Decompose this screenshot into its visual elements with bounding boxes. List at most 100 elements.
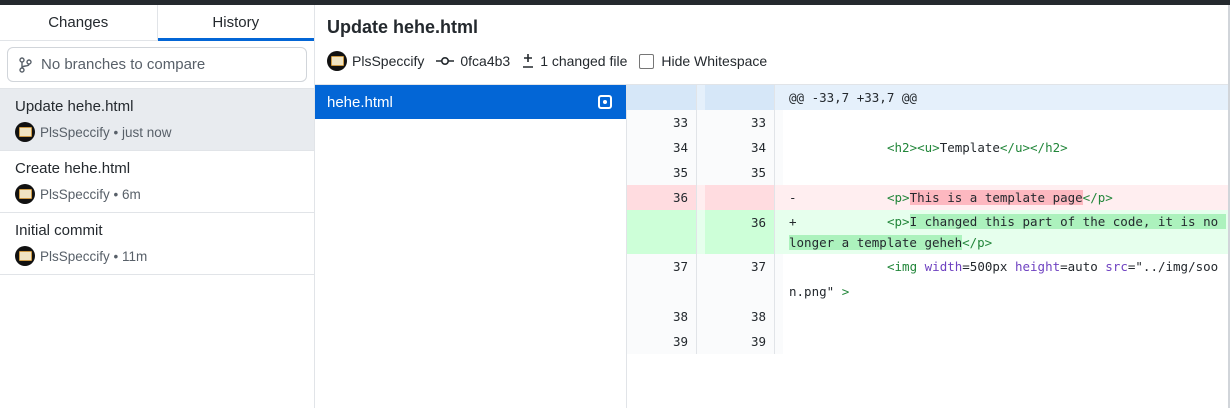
- changed-files: 1 changed file: [522, 53, 627, 69]
- diff-view: @@ -33,7 +33,7 @@ 33 33 34 34 <h2><u>Tem…: [627, 85, 1228, 408]
- new-line-number: 37: [705, 254, 775, 304]
- code-attr: height: [1014, 259, 1061, 274]
- tab-changes[interactable]: Changes: [0, 5, 158, 40]
- old-line-number: 37: [627, 254, 697, 304]
- changed-files-text: 1 changed file: [540, 53, 628, 69]
- avatar: [15, 184, 35, 204]
- commit-meta: PlsSpeccify • 11m: [15, 246, 147, 266]
- code-tag: <p>: [887, 214, 910, 229]
- sha-text: 0fca4b3: [460, 53, 511, 69]
- avatar: [15, 122, 35, 142]
- new-line-number: 35: [705, 160, 775, 185]
- diff-line: 34 34 <h2><u>Template</u></h2>: [627, 135, 1228, 160]
- code-tag: </h2>: [1030, 140, 1068, 155]
- commit-title: Create hehe.html: [15, 160, 131, 177]
- hide-whitespace-label: Hide Whitespace: [661, 53, 768, 69]
- commit-time: just now: [122, 124, 172, 140]
- old-line-number: 39: [627, 329, 697, 354]
- diff-line: 35 35: [627, 160, 1228, 185]
- hunk-text: @@ -33,7 +33,7 @@: [789, 90, 917, 105]
- new-line-number: 33: [705, 110, 775, 135]
- tab-history-label: History: [212, 14, 260, 31]
- new-line-number: 34: [705, 135, 775, 160]
- commit-author: PlsSpeccify: [40, 248, 110, 264]
- code-tag: <p>: [887, 190, 910, 205]
- code-tag: </p>: [962, 235, 993, 250]
- diff-line: 37 37 <img width=500px height=auto src="…: [627, 254, 1228, 304]
- branch-compare-input[interactable]: No branches to compare: [7, 47, 307, 82]
- code-value: =500px: [962, 259, 1008, 274]
- code-attr: width: [924, 259, 963, 274]
- diff-line: 38 38: [627, 304, 1228, 329]
- git-commit-icon: [436, 56, 455, 66]
- diff-line-added: 36 + <p>I changed this part of the code, …: [627, 210, 1228, 254]
- tab-changes-label: Changes: [48, 14, 109, 31]
- old-line-number: 36: [627, 185, 697, 210]
- code-line: <img width=500px height=auto src="../img…: [783, 254, 1228, 304]
- commit-header: Update hehe.html PlsSpeccify 0fca4b3 1 c…: [315, 5, 1228, 85]
- commit-summary-title: Update hehe.html: [327, 17, 479, 37]
- hide-whitespace-toggle[interactable]: Hide Whitespace: [639, 53, 767, 69]
- new-line-number: 38: [705, 304, 775, 329]
- code-line: + <p>I changed this part of the code, it …: [783, 210, 1228, 253]
- file-modified-icon: [598, 95, 612, 109]
- code-tag: </p>: [1082, 190, 1113, 205]
- old-line-number: 34: [627, 135, 697, 160]
- diff-icon: [523, 54, 534, 68]
- header-author: PlsSpeccify: [352, 53, 425, 69]
- commit-item[interactable]: Update hehe.html PlsSpeccify • just now: [0, 89, 314, 151]
- new-line-number: [705, 185, 775, 210]
- code-value: =auto: [1060, 259, 1098, 274]
- diff-hunk-header: @@ -33,7 +33,7 @@: [627, 85, 1228, 110]
- code-tag: >: [841, 284, 850, 299]
- code-text: Template: [939, 140, 1000, 155]
- branch-compare-placeholder: No branches to compare: [41, 56, 206, 73]
- sidebar-tabs: Changes History: [0, 5, 314, 41]
- code-tag: <img: [887, 259, 918, 274]
- file-item[interactable]: hehe.html: [315, 85, 626, 119]
- commit-time: 6m: [122, 186, 141, 202]
- commit-item[interactable]: Initial commit PlsSpeccify • 11m: [0, 213, 314, 275]
- commit-meta: PlsSpeccify • just now: [15, 122, 172, 142]
- old-line-number: 38: [627, 304, 697, 329]
- diff-line-deleted: 36 - <p>This is a template page</p>: [627, 185, 1228, 210]
- new-line-number: [705, 85, 775, 110]
- diff-line: 33 33: [627, 110, 1228, 135]
- avatar: [327, 51, 347, 71]
- hide-whitespace-checkbox[interactable]: [639, 53, 655, 69]
- commit-title: Initial commit: [15, 222, 103, 239]
- file-name: hehe.html: [327, 93, 393, 111]
- git-branch-icon: [19, 56, 32, 73]
- commit-item[interactable]: Create hehe.html PlsSpeccify • 6m: [0, 151, 314, 213]
- diff-sign: +: [789, 214, 797, 229]
- old-line-number: [627, 210, 697, 254]
- avatar: [15, 246, 35, 266]
- branch-compare: No branches to compare: [0, 41, 314, 89]
- code-tag: <u>: [917, 140, 940, 155]
- code-line: <h2><u>Template</u></h2>: [783, 135, 1228, 160]
- old-line-number: 35: [627, 160, 697, 185]
- code-line: - <p>This is a template page</p>: [783, 185, 1228, 210]
- diff-sign: -: [789, 190, 797, 205]
- new-line-number: 39: [705, 329, 775, 354]
- tab-history[interactable]: History: [157, 5, 315, 41]
- code-tag: </u>: [999, 140, 1031, 155]
- diff-line: 39 39: [627, 329, 1228, 354]
- commit-sha[interactable]: 0fca4b3: [436, 53, 510, 69]
- sidebar: Changes History No branches to compare U…: [0, 5, 315, 408]
- commit-author: PlsSpeccify: [40, 186, 110, 202]
- old-line-number: 33: [627, 110, 697, 135]
- code-changed-text: This is a template page: [909, 190, 1083, 205]
- commit-detail: Update hehe.html PlsSpeccify 0fca4b3 1 c…: [315, 5, 1228, 408]
- changed-file-list: hehe.html: [315, 85, 627, 408]
- commit-meta: PlsSpeccify • 6m: [15, 184, 141, 204]
- commit-author-info: PlsSpeccify: [327, 51, 424, 71]
- commit-meta-bar: PlsSpeccify 0fca4b3 1 changed file Hide …: [327, 51, 779, 71]
- commit-time: 11m: [122, 248, 148, 264]
- commit-author: PlsSpeccify: [40, 124, 110, 140]
- old-line-number: [627, 85, 697, 110]
- code-attr: src: [1105, 259, 1128, 274]
- code-tag: <h2>: [887, 140, 918, 155]
- commit-title: Update hehe.html: [15, 98, 134, 115]
- new-line-number: 36: [705, 210, 775, 254]
